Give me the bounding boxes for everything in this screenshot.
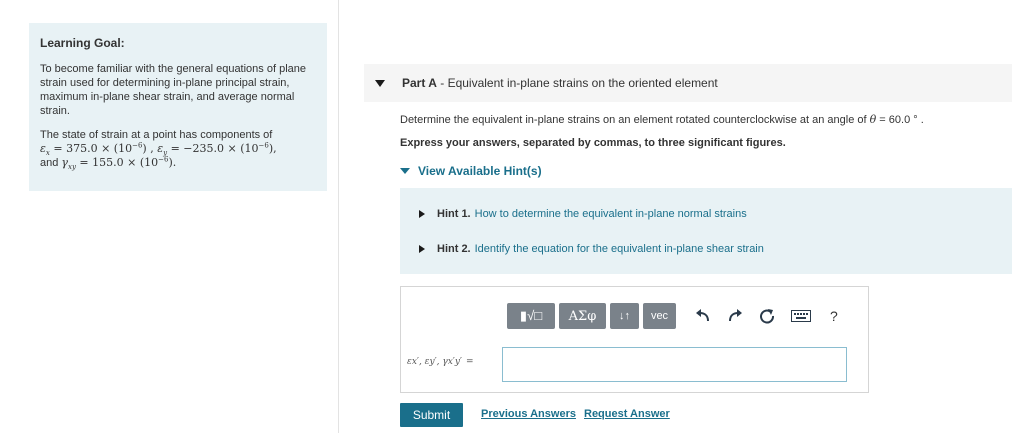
strain-components: εx = 375.0 × (10−6) , εy = −235.0 × (10−… (40, 141, 277, 158)
question-text: Determine the equivalent in-plane strain… (400, 113, 924, 126)
request-answer-link[interactable]: Request Answer (584, 408, 670, 420)
undo-icon[interactable] (694, 307, 712, 325)
question-body: Determine the equivalent in-plane strain… (400, 114, 867, 126)
hints-panel: Hint 1. How to determine the equivalent … (400, 188, 1012, 274)
expand-arrow-icon (419, 245, 425, 253)
equals-sign: = (465, 357, 474, 367)
exp: −6 (132, 141, 143, 150)
greek-symbols-button[interactable]: ΑΣφ (559, 303, 606, 329)
exp: −6 (258, 141, 269, 150)
collapse-triangle-icon[interactable] (375, 79, 385, 87)
math-toolbar: ▮√□ ΑΣφ ↓↑ vec ? (507, 303, 838, 329)
part-title: Part A - Equivalent in-plane strains on … (402, 76, 718, 90)
gamma-xy-value: 155.0 (92, 156, 124, 169)
submit-button[interactable]: Submit (400, 403, 463, 427)
help-button[interactable]: ? (830, 308, 838, 324)
hint-number: Hint 1. (437, 208, 471, 220)
part-title-text: - Equivalent in-plane strains on the ori… (436, 76, 718, 90)
instruction-text: Express your answers, separated by comma… (400, 137, 786, 149)
view-hints-label: View Available Hint(s) (418, 164, 542, 178)
strain-state-text: The state of strain at a point has compo… (40, 128, 317, 172)
hint-text: How to determine the equivalent in-plane… (474, 208, 747, 220)
learning-goal-text: To become familiar with the general equa… (40, 63, 306, 117)
answer-input[interactable] (502, 347, 847, 382)
learning-goal-panel: Learning Goal: To become familiar with t… (29, 23, 327, 191)
exp: −6 (158, 155, 169, 164)
hint-text: Identify the equation for the equivalent… (474, 243, 764, 255)
times-10: × (10 (101, 142, 133, 155)
reset-icon[interactable] (758, 307, 776, 325)
arrows-button[interactable]: ↓↑ (610, 303, 639, 329)
times-10: × (10 (227, 142, 259, 155)
part-a-header[interactable]: Part A - Equivalent in-plane strains on … (364, 64, 1012, 102)
state-intro: The state of strain at a point has compo… (40, 129, 273, 141)
answer-box: ▮√□ ΑΣφ ↓↑ vec ? εx′, εy′, γx′y′ = (400, 286, 869, 393)
hint-1[interactable]: Hint 1. How to determine the equivalent … (419, 208, 747, 220)
redo-icon[interactable] (726, 307, 744, 325)
learning-goal-heading: Learning Goal: (40, 36, 125, 50)
hint-number: Hint 2. (437, 243, 471, 255)
eps-x-value: 375.0 (66, 142, 98, 155)
expand-triangle-icon (400, 168, 410, 174)
answer-label: εx′, εy′, γx′y′ = (407, 357, 474, 367)
times-10: × (10 (127, 156, 159, 169)
expand-arrow-icon (419, 210, 425, 218)
view-hints-toggle[interactable]: View Available Hint(s) (400, 164, 542, 178)
column-divider (338, 0, 339, 433)
hint-2[interactable]: Hint 2. Identify the equation for the eq… (419, 243, 764, 255)
angle-value: = 60.0 ° . (876, 114, 924, 126)
vector-button[interactable]: vec (643, 303, 676, 329)
answer-variables: εx′, εy′, γx′y′ (407, 357, 462, 367)
gamma-component: γxy = 155.0 × (10−6). (61, 155, 177, 172)
eps-y-value: −235.0 (183, 142, 225, 155)
keyboard-icon[interactable] (790, 307, 812, 325)
templates-button[interactable]: ▮√□ (507, 303, 555, 329)
and-text: and (40, 157, 59, 169)
part-prefix: Part A (402, 76, 437, 90)
previous-answers-link[interactable]: Previous Answers (481, 408, 576, 420)
